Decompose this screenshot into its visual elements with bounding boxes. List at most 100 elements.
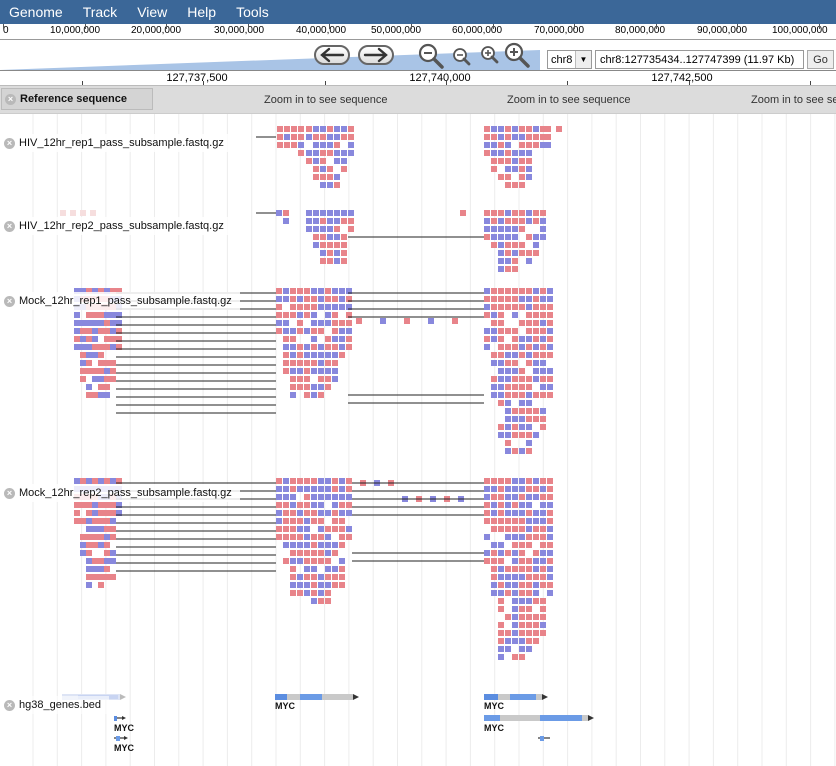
read-block bbox=[313, 218, 319, 224]
read-block bbox=[498, 242, 504, 248]
read-block bbox=[332, 328, 338, 334]
read-block bbox=[533, 320, 539, 326]
read-block bbox=[519, 182, 525, 188]
read-block bbox=[498, 654, 504, 660]
read-block bbox=[526, 424, 532, 430]
read-block bbox=[304, 590, 310, 596]
read-block bbox=[92, 510, 98, 516]
menu-genome[interactable]: Genome bbox=[0, 1, 73, 23]
gene-feature-label[interactable]: MYC bbox=[114, 743, 134, 753]
alignment-track-mock-rep2[interactable] bbox=[0, 478, 836, 678]
reference-select[interactable]: chr8 ▼ bbox=[547, 50, 592, 69]
read-block bbox=[547, 288, 553, 294]
read-block bbox=[526, 174, 532, 180]
pan-right-button[interactable] bbox=[358, 45, 394, 65]
track-label-hiv-rep2[interactable]: × HIV_12hr_rep2_pass_subsample.fastq.gz bbox=[1, 217, 232, 235]
track-area[interactable]: nce Zoom in to see sequence Zoom in to s… bbox=[0, 86, 836, 766]
read-block bbox=[498, 646, 504, 652]
gene-feature-label[interactable]: MYC bbox=[484, 723, 504, 733]
read-block bbox=[290, 328, 296, 334]
read-block bbox=[519, 392, 525, 398]
read-block bbox=[526, 400, 532, 406]
zoom-in-small-button[interactable] bbox=[480, 45, 500, 65]
read-block bbox=[304, 550, 310, 556]
read-block bbox=[86, 344, 92, 350]
go-button[interactable]: Go bbox=[807, 50, 834, 69]
read-block bbox=[498, 510, 504, 516]
read-block bbox=[290, 288, 296, 294]
track-label-mock-rep2[interactable]: × Mock_12hr_rep2_pass_subsample.fastq.gz bbox=[1, 484, 240, 502]
read-block bbox=[74, 320, 80, 326]
read-block bbox=[547, 352, 553, 358]
zoom-in-large-button[interactable] bbox=[503, 42, 531, 68]
track-label-mock-rep1[interactable]: × Mock_12hr_rep1_pass_subsample.fastq.gz bbox=[1, 292, 240, 310]
read-block bbox=[311, 534, 317, 540]
read-block bbox=[341, 150, 347, 156]
read-block bbox=[318, 376, 324, 382]
menu-help[interactable]: Help bbox=[177, 1, 226, 23]
read-block bbox=[110, 376, 116, 382]
read-block bbox=[327, 126, 333, 132]
read-block bbox=[498, 550, 504, 556]
read-block bbox=[547, 582, 553, 588]
location-input[interactable] bbox=[595, 50, 804, 69]
read-block bbox=[332, 494, 338, 500]
detail-scale[interactable]: 127,737,500 127,740,000 127,742,500 bbox=[0, 70, 836, 86]
read-block bbox=[505, 574, 511, 580]
read-block bbox=[313, 242, 319, 248]
read-block bbox=[505, 630, 511, 636]
read-block bbox=[341, 234, 347, 240]
gene-feature-label[interactable]: MYC bbox=[484, 701, 504, 711]
gene-feature-label[interactable]: MYC bbox=[114, 723, 134, 733]
read-block bbox=[346, 494, 352, 500]
close-icon[interactable]: × bbox=[4, 487, 15, 499]
close-icon[interactable]: × bbox=[4, 699, 15, 711]
read-block bbox=[327, 210, 333, 216]
read-block bbox=[327, 142, 333, 148]
read-block bbox=[547, 296, 553, 302]
read-block bbox=[92, 312, 98, 318]
read-block bbox=[104, 558, 110, 564]
menu-tools[interactable]: Tools bbox=[226, 1, 279, 23]
read-block bbox=[80, 344, 86, 350]
read-block bbox=[348, 210, 354, 216]
zoom-out-small-button[interactable] bbox=[452, 47, 472, 67]
read-block bbox=[491, 526, 497, 532]
read-block bbox=[540, 598, 546, 604]
track-label-hiv-rep1[interactable]: × HIV_12hr_rep1_pass_subsample.fastq.gz bbox=[1, 134, 232, 152]
read-block bbox=[318, 344, 324, 350]
read-block bbox=[547, 336, 553, 342]
read-block bbox=[98, 352, 104, 358]
read-block bbox=[304, 526, 310, 532]
read-block bbox=[512, 432, 518, 438]
read-block bbox=[526, 312, 532, 318]
read-block bbox=[491, 142, 497, 148]
alignment-track-mock-rep1[interactable] bbox=[0, 288, 836, 472]
read-block bbox=[484, 142, 490, 148]
close-icon[interactable]: × bbox=[4, 137, 15, 149]
read-block bbox=[332, 518, 338, 524]
pan-left-button[interactable] bbox=[314, 45, 350, 65]
overview-ruler[interactable]: 0 10,000,000 20,000,000 30,000,000 40,00… bbox=[0, 24, 836, 40]
read-block bbox=[327, 166, 333, 172]
menu-view[interactable]: View bbox=[127, 1, 177, 23]
read-block bbox=[304, 494, 310, 500]
read-block bbox=[327, 150, 333, 156]
close-icon[interactable]: × bbox=[5, 93, 16, 105]
read-block bbox=[86, 368, 92, 374]
read-block bbox=[80, 336, 86, 342]
zoom-out-large-button[interactable] bbox=[417, 43, 445, 69]
close-icon[interactable]: × bbox=[4, 295, 15, 307]
overview-label: 80,000,000 bbox=[615, 25, 666, 36]
read-block bbox=[304, 502, 310, 508]
read-block bbox=[290, 296, 296, 302]
track-label-genes[interactable]: × hg38_genes.bed bbox=[1, 696, 109, 714]
read-block bbox=[313, 226, 319, 232]
close-icon[interactable]: × bbox=[4, 220, 15, 232]
read-block bbox=[491, 352, 497, 358]
reference-track-label[interactable]: × Reference sequence bbox=[1, 88, 153, 110]
read-block bbox=[533, 344, 539, 350]
read-block bbox=[339, 328, 345, 334]
gene-feature-label[interactable]: MYC bbox=[275, 701, 295, 711]
menu-track[interactable]: Track bbox=[73, 1, 127, 23]
